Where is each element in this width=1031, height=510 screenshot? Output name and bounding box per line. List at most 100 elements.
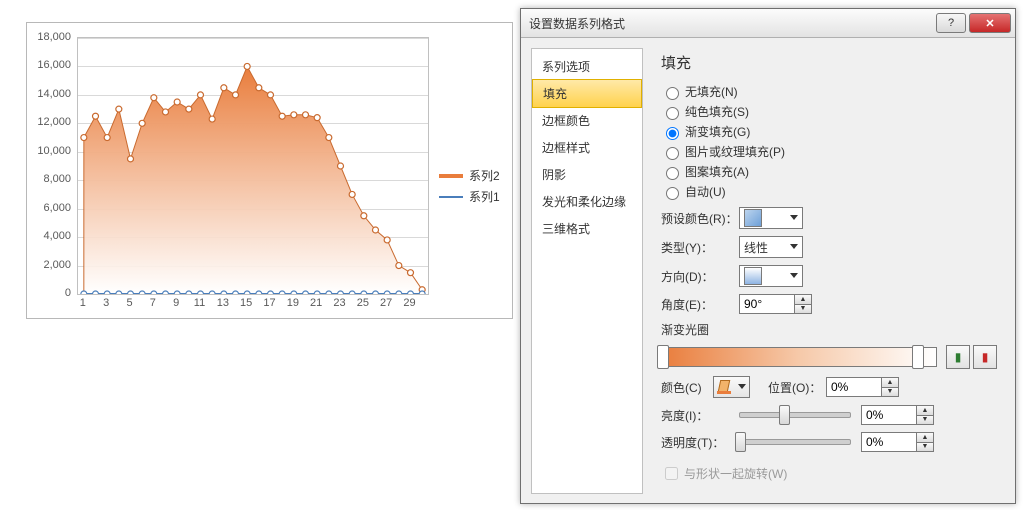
chart-container[interactable]: 0 2,000 4,000 6,000 8,000 10,000 12,000 14,000 1…: [26, 22, 513, 319]
radio-label: 图案填充(A): [685, 163, 749, 180]
legend-label: 系列1: [469, 188, 500, 205]
category-tab[interactable]: 系列选项: [532, 53, 642, 80]
gradient-type-value: 线性: [744, 239, 768, 256]
label-type: 类型(Y)：: [661, 239, 739, 256]
category-tab[interactable]: 发光和柔化边缘: [532, 188, 642, 215]
radio-label: 渐变填充(G): [685, 123, 750, 140]
y-tick-label: 14,000: [37, 88, 71, 100]
label-stops: 渐变光圈: [661, 321, 997, 338]
dialog-title: 设置数据系列格式: [529, 15, 933, 32]
gradient-stop-strip[interactable]: [661, 347, 937, 367]
stop-color-button[interactable]: [713, 376, 750, 398]
fill-radio-solid[interactable]: 纯色填充(S): [661, 103, 997, 120]
brightness-spin-buttons[interactable]: ▲▼: [916, 405, 934, 425]
position-spinner[interactable]: ▲▼: [826, 377, 899, 397]
y-tick-label: 6,000: [43, 202, 71, 214]
x-tick-label: 15: [240, 297, 252, 309]
radio-input[interactable]: [666, 167, 679, 180]
fill-radio-auto[interactable]: 自动(U): [661, 183, 997, 200]
brightness-input[interactable]: [861, 405, 916, 425]
y-tick-label: 0: [65, 287, 71, 299]
legend-swatch-area: [439, 174, 463, 178]
y-tick-label: 16,000: [37, 59, 71, 71]
y-tick-label: 18,000: [37, 31, 71, 43]
radio-input[interactable]: [666, 87, 679, 100]
x-tick-label: 19: [287, 297, 299, 309]
gradient-type-dropdown[interactable]: 线性: [739, 236, 803, 258]
section-title: 填充: [661, 52, 997, 73]
preset-color-dropdown[interactable]: [739, 207, 803, 229]
fill-radio-pattern[interactable]: 图案填充(A): [661, 163, 997, 180]
plot-area[interactable]: [77, 37, 429, 295]
radio-label: 图片或纹理填充(P): [685, 143, 785, 160]
transparency-slider-thumb[interactable]: [735, 432, 746, 452]
gradient-stop-handle[interactable]: [657, 345, 669, 369]
radio-input[interactable]: [666, 107, 679, 120]
x-tick-label: 29: [403, 297, 415, 309]
label-transparency: 透明度(T)：: [661, 434, 739, 451]
transparency-input[interactable]: [861, 432, 916, 452]
category-tab[interactable]: 三维格式: [532, 215, 642, 242]
transparency-spinner[interactable]: ▲▼: [861, 432, 934, 452]
rotate-with-shape-checkbox: [665, 467, 678, 480]
x-tick-label: 13: [217, 297, 229, 309]
y-tick-label: 8,000: [43, 173, 71, 185]
category-tab[interactable]: 阴影: [532, 161, 642, 188]
legend-item-series2[interactable]: 系列2: [439, 167, 507, 184]
help-button[interactable]: ?: [936, 13, 966, 33]
titlebar[interactable]: 设置数据系列格式 ? ✕: [521, 9, 1015, 38]
category-tab[interactable]: 边框颜色: [532, 107, 642, 134]
radio-input[interactable]: [666, 127, 679, 140]
direction-dropdown[interactable]: [739, 265, 803, 287]
x-axis: 1357911131517192123252729: [77, 295, 427, 313]
y-axis: 02,0004,0006,0008,00010,00012,00014,0001…: [27, 37, 75, 293]
x-tick-label: 9: [173, 297, 179, 309]
label-brightness: 亮度(I)：: [661, 407, 739, 424]
brightness-slider[interactable]: [739, 412, 851, 418]
fill-radio-none[interactable]: 无填充(N): [661, 83, 997, 100]
y-tick-label: 10,000: [37, 145, 71, 157]
radio-input[interactable]: [666, 147, 679, 160]
transparency-slider[interactable]: [739, 439, 851, 445]
label-preset: 预设颜色(R)：: [661, 210, 739, 227]
radio-label: 自动(U): [685, 183, 726, 200]
y-tick-label: 4,000: [43, 230, 71, 242]
angle-spinner[interactable]: ▲▼: [739, 294, 812, 314]
y-tick-label: 2,000: [43, 259, 71, 271]
x-tick-label: 1: [80, 297, 86, 309]
x-tick-label: 27: [380, 297, 392, 309]
add-stop-button[interactable]: ▮: [946, 345, 970, 369]
remove-stop-button[interactable]: ▮: [973, 345, 997, 369]
fill-radio-picture[interactable]: 图片或纹理填充(P): [661, 143, 997, 160]
format-data-series-dialog[interactable]: 设置数据系列格式 ? ✕ 系列选项填充边框颜色边框样式阴影发光和柔化边缘三维格式…: [520, 8, 1016, 504]
radio-input[interactable]: [666, 187, 679, 200]
x-tick-label: 23: [333, 297, 345, 309]
x-tick-label: 25: [357, 297, 369, 309]
category-tab[interactable]: 边框样式: [532, 134, 642, 161]
label-rotate: 与形状一起旋转(W): [684, 465, 787, 482]
direction-swatch-icon: [744, 267, 762, 285]
radio-label: 纯色填充(S): [685, 103, 749, 120]
label-angle: 角度(E)：: [661, 296, 739, 313]
gradient-stop-handle[interactable]: [912, 345, 924, 369]
category-tab[interactable]: 填充: [532, 79, 642, 108]
x-tick-label: 5: [126, 297, 132, 309]
close-button[interactable]: ✕: [969, 13, 1011, 33]
y-tick-label: 12,000: [37, 116, 71, 128]
brightness-slider-thumb[interactable]: [779, 405, 790, 425]
transparency-spin-buttons[interactable]: ▲▼: [916, 432, 934, 452]
legend[interactable]: 系列2 系列1: [439, 163, 507, 209]
label-position: 位置(O)：: [768, 379, 826, 396]
paint-bucket-icon: [717, 380, 731, 394]
fill-radio-gradient[interactable]: 渐变填充(G): [661, 123, 997, 140]
x-tick-label: 11: [194, 297, 205, 309]
position-spin-buttons[interactable]: ▲▼: [881, 377, 899, 397]
angle-input[interactable]: [739, 294, 794, 314]
legend-item-series1[interactable]: 系列1: [439, 188, 507, 205]
legend-swatch-line: [439, 196, 463, 198]
position-input[interactable]: [826, 377, 881, 397]
angle-spin-buttons[interactable]: ▲▼: [794, 294, 812, 314]
label-color: 颜色(C): [661, 379, 713, 396]
brightness-spinner[interactable]: ▲▼: [861, 405, 934, 425]
category-list: 系列选项填充边框颜色边框样式阴影发光和柔化边缘三维格式: [531, 48, 643, 494]
